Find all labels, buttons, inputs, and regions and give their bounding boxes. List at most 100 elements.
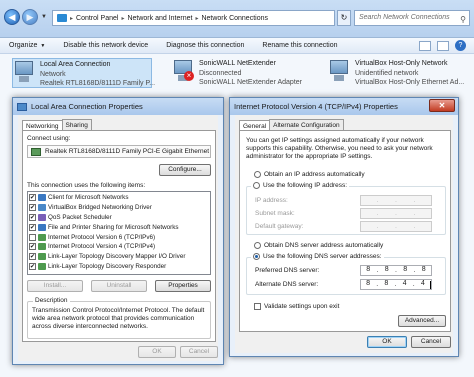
connection-virtualbox[interactable]: VirtualBox Host-Only Network Unidentifie… xyxy=(328,58,472,88)
list-item[interactable]: ✔ File and Printer Sharing for Microsoft … xyxy=(28,222,210,232)
component-label: Client for Microsoft Networks xyxy=(48,194,129,202)
obtain-ip-label: Obtain an IP address automatically xyxy=(264,171,365,178)
change-view-icon[interactable] xyxy=(419,40,431,51)
items-label: This connection uses the following items… xyxy=(27,182,146,189)
obtain-ip-radio[interactable]: Obtain an IP address automatically xyxy=(254,171,365,178)
radio-button[interactable] xyxy=(254,171,261,178)
install-button[interactable]: Install... xyxy=(27,280,83,292)
alternate-dns-field[interactable]: 8. 8. 4. 4 xyxy=(360,279,432,290)
intro-text: You can get IP settings assigned automat… xyxy=(246,137,433,160)
default-gateway-field[interactable]: ... xyxy=(360,221,432,232)
list-item[interactable]: ✔ Link-Layer Topology Discovery Responder xyxy=(28,262,210,272)
text-cursor xyxy=(430,281,431,289)
alternate-dns-label: Alternate DNS server: xyxy=(255,281,319,288)
list-item[interactable]: Internet Protocol Version 6 (TCP/IPv6) xyxy=(28,232,210,242)
network-service-icon xyxy=(38,213,46,221)
connection-status: Unidentified network xyxy=(355,69,419,77)
breadcrumb-control-panel[interactable]: Control Panel xyxy=(76,15,118,22)
component-label: Internet Protocol Version 4 (TCP/IPv4) xyxy=(48,243,156,251)
preferred-dns-field[interactable]: 8. 8. 8. 8 xyxy=(360,265,432,276)
description-title: Description xyxy=(33,297,70,304)
ip-octet: 4 xyxy=(402,280,407,288)
preview-pane-icon[interactable] xyxy=(437,40,449,51)
component-label: QoS Packet Scheduler xyxy=(48,213,112,221)
description-group: Description Transmission Control Protoco… xyxy=(27,297,211,339)
view-controls: ? xyxy=(419,40,474,51)
description-text: Transmission Control Protocol/Internet P… xyxy=(32,307,205,330)
radio-button[interactable] xyxy=(254,242,261,249)
checkbox[interactable]: ✔ xyxy=(29,223,36,231)
list-item[interactable]: ✔ VirtualBox Bridged Networking Driver xyxy=(28,203,210,213)
list-item[interactable]: ✔ Link-Layer Topology Discovery Mapper I/… xyxy=(28,252,210,262)
ip-octet: 8 xyxy=(403,266,408,274)
default-gateway-label: Default gateway: xyxy=(255,223,304,230)
network-service-icon xyxy=(38,223,46,231)
use-dns-radio[interactable]: Use the following DNS server addresses: xyxy=(251,253,384,260)
properties-button[interactable]: Properties xyxy=(155,280,211,292)
diagnose-connection-button[interactable]: Diagnose this connection xyxy=(157,42,253,49)
obtain-dns-radio[interactable]: Obtain DNS server address automatically xyxy=(254,242,383,249)
checkbox[interactable]: ✔ xyxy=(29,204,36,212)
chevron-right-icon: ▸ xyxy=(70,15,74,22)
adapter-field: Realtek RTL8168D/8111D Family PCI-E Giga… xyxy=(27,145,211,158)
checkbox[interactable]: ✔ xyxy=(29,194,36,202)
lac-body: Networking Sharing Connect using: Realte… xyxy=(18,115,218,361)
component-label: Link-Layer Topology Discovery Responder xyxy=(48,262,167,270)
disable-device-button[interactable]: Disable this network device xyxy=(54,42,157,49)
radio-button[interactable] xyxy=(253,253,260,260)
organize-menu[interactable]: Organize ▼ xyxy=(0,42,54,49)
ip-octet: 8 xyxy=(366,280,371,288)
use-ip-radio[interactable]: Use the following IP address: xyxy=(251,182,350,189)
help-icon[interactable]: ? xyxy=(455,40,466,51)
networking-panel: Connect using: Realtek RTL8168D/8111D Fa… xyxy=(22,130,216,342)
component-label: VirtualBox Bridged Networking Driver xyxy=(48,204,152,212)
address-field[interactable]: ▸ Control Panel ▸ Network and Internet ▸… xyxy=(52,10,335,26)
configure-button[interactable]: Configure... xyxy=(159,164,211,176)
checkbox[interactable]: ✔ xyxy=(29,213,36,221)
components-list: ✔ Client for Microsoft Networks ✔ VirtualB… xyxy=(27,191,211,275)
connect-using-label: Connect using: xyxy=(27,135,71,142)
subnet-mask-label: Subnet mask: xyxy=(255,210,295,217)
connection-sonicwall[interactable]: × SonicWALL NetExtender Disconnected Son… xyxy=(172,58,312,88)
component-label: Link-Layer Topology Discovery Mapper I/O… xyxy=(48,253,186,261)
recent-pages-dropdown[interactable]: ▼ xyxy=(41,14,47,20)
lac-ok-button[interactable]: OK xyxy=(138,346,176,358)
checkbox[interactable] xyxy=(29,233,36,241)
lac-cancel-button[interactable]: Cancel xyxy=(180,346,218,358)
checkbox[interactable]: ✔ xyxy=(29,243,36,251)
list-item[interactable]: ✔ QoS Packet Scheduler xyxy=(28,213,210,223)
checkbox[interactable]: ✔ xyxy=(29,253,36,261)
list-item[interactable]: ✔ Internet Protocol Version 4 (TCP/IPv4) xyxy=(28,242,210,252)
ipv4-ok-button[interactable]: OK xyxy=(367,336,407,348)
forward-button[interactable]: ▶ xyxy=(22,9,38,25)
connection-status: Disconnected xyxy=(199,69,242,77)
validate-checkbox[interactable]: Validate settings upon exit xyxy=(254,303,339,310)
ip-address-field[interactable]: ... xyxy=(360,195,432,206)
network-service-icon xyxy=(38,204,46,212)
advanced-button[interactable]: Advanced... xyxy=(398,315,446,327)
breadcrumb-network-internet[interactable]: Network and Internet xyxy=(127,15,192,22)
validate-label: Validate settings upon exit xyxy=(264,303,340,310)
checkbox[interactable] xyxy=(254,303,261,310)
list-item[interactable]: ✔ Client for Microsoft Networks xyxy=(28,193,210,203)
connection-device: VirtualBox Host-Only Ethernet Ad... xyxy=(355,79,465,86)
uninstall-button[interactable]: Uninstall xyxy=(91,280,147,292)
subnet-mask-field[interactable]: ... xyxy=(360,208,432,219)
ipv4-properties-dialog: Internet Protocol Version 4 (TCP/IPv4) P… xyxy=(229,97,459,357)
close-icon[interactable]: ✕ xyxy=(429,99,455,112)
network-adapter-icon xyxy=(328,60,350,84)
ipv4-cancel-button[interactable]: Cancel xyxy=(411,336,451,348)
search-input[interactable]: Search Network Connections ⚲ xyxy=(354,10,470,26)
refresh-button[interactable]: ↻ xyxy=(337,10,351,26)
adapter-name: Realtek RTL8168D/8111D Family PCI-E Giga… xyxy=(45,148,210,155)
connection-name: Local Area Connection xyxy=(40,61,111,68)
use-dns-label: Use the following DNS server addresses: xyxy=(263,253,382,260)
radio-button[interactable] xyxy=(253,182,260,189)
breadcrumb-network-connections[interactable]: Network Connections xyxy=(201,15,268,22)
connection-local-area[interactable]: Local Area Connection Network Realtek RT… xyxy=(12,58,155,88)
rename-connection-button[interactable]: Rename this connection xyxy=(253,42,346,49)
ipv4-titlebar: Internet Protocol Version 4 (TCP/IPv4) P… xyxy=(230,98,458,115)
control-panel-icon xyxy=(57,14,67,22)
checkbox[interactable]: ✔ xyxy=(29,262,36,270)
back-button[interactable]: ◀ xyxy=(4,9,20,25)
